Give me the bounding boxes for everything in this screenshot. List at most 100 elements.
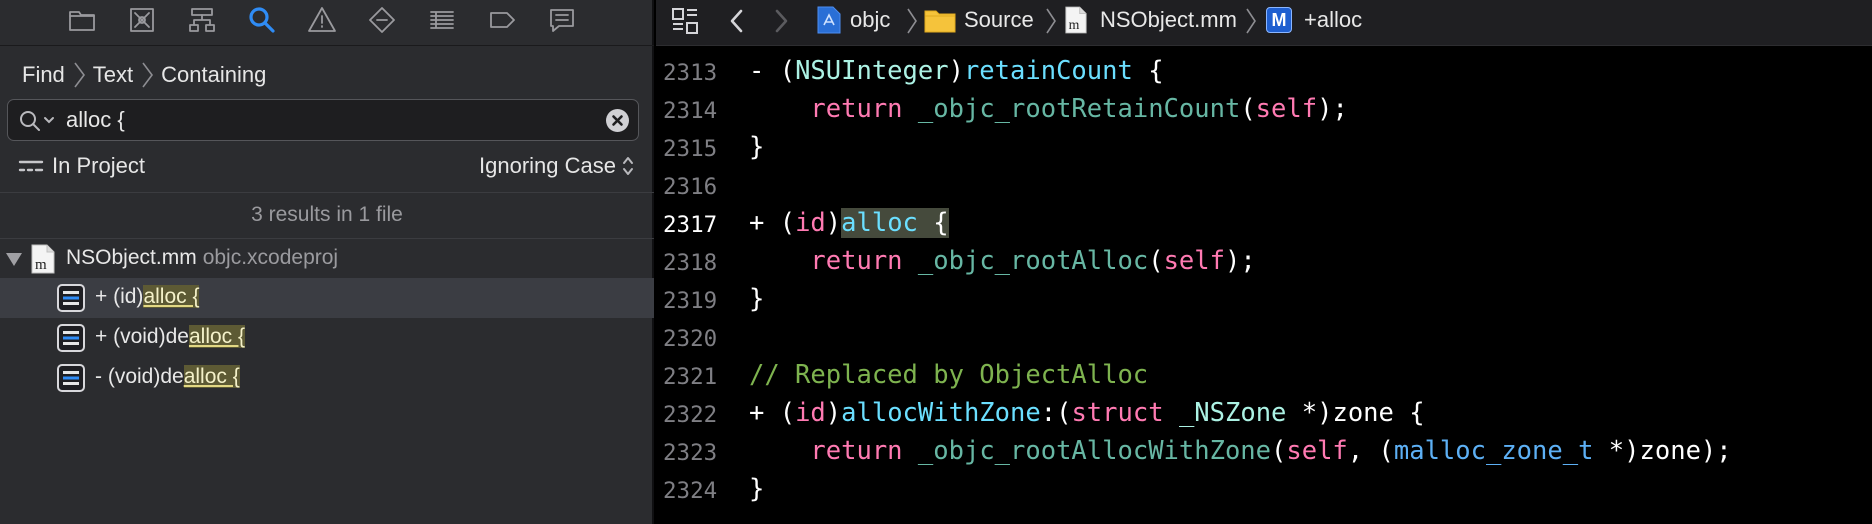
- code-result-icon: [57, 284, 85, 312]
- result-file-name: NSObject.mm: [66, 246, 197, 269]
- code-text: }: [749, 474, 765, 504]
- search-result-row[interactable]: + (id)alloc {: [0, 278, 654, 318]
- debug-list-icon[interactable]: [424, 2, 460, 38]
- search-result-row[interactable]: - (void)dealloc {: [0, 358, 654, 398]
- warning-icon[interactable]: [304, 2, 340, 38]
- find-mode-text[interactable]: Text: [93, 62, 133, 88]
- line-number: 2322: [663, 402, 718, 428]
- divider: [0, 192, 654, 193]
- jumpbar-symbol[interactable]: M +alloc: [1266, 4, 1362, 36]
- source-editor: objc Source m NSObject.mm M +alloc 2313 …: [656, 0, 1872, 524]
- case-sensitivity-label: Ignoring Case: [479, 153, 616, 178]
- line-number: 2320: [663, 326, 718, 352]
- hierarchy-icon[interactable]: [184, 2, 220, 38]
- code-line: 2323 return _objc_rootAllocWithZone(self…: [656, 434, 1872, 472]
- code-line: 2315 }: [656, 130, 1872, 168]
- svg-text:m: m: [35, 257, 47, 273]
- related-items-icon[interactable]: [670, 6, 700, 36]
- search-scope-row: In Project Ignoring Case: [0, 150, 654, 184]
- code-line: 2313 - (NSUInteger)retainCount {: [656, 54, 1872, 92]
- jumpbar-group[interactable]: Source: [924, 4, 1034, 36]
- code-result-icon: [57, 364, 85, 392]
- disclosure-triangle-icon[interactable]: [5, 250, 23, 268]
- chevron-right-icon: [1244, 6, 1258, 36]
- result-match: alloc {: [183, 365, 240, 388]
- search-input[interactable]: alloc {: [66, 107, 125, 133]
- search-options-icon[interactable]: [18, 108, 58, 134]
- code-line: 2324 }: [656, 472, 1872, 510]
- jumpbar-project[interactable]: objc: [816, 4, 890, 36]
- method-badge-icon: M: [1266, 7, 1292, 33]
- result-match: alloc {: [143, 285, 200, 308]
- objc-file-icon: m: [30, 244, 56, 274]
- search-field[interactable]: alloc {: [7, 99, 639, 141]
- find-mode-breadcrumb: Find Text Containing: [22, 60, 266, 90]
- line-number: 2316: [663, 174, 718, 200]
- code-text: return _objc_rootAlloc(self);: [810, 246, 1256, 276]
- code-result-icon: [57, 324, 85, 352]
- svg-text:m: m: [1069, 17, 1080, 32]
- search-icon[interactable]: [244, 2, 280, 38]
- chevron-right-icon: [1044, 6, 1058, 36]
- find-mode-containing[interactable]: Containing: [161, 62, 266, 88]
- source-control-icon[interactable]: [124, 2, 160, 38]
- folder-icon[interactable]: [64, 2, 100, 38]
- code-line: 2322 + (id)allocWithZone:(struct _NSZone…: [656, 396, 1872, 434]
- line-number: 2315: [663, 136, 718, 162]
- scope-icon[interactable]: [18, 158, 44, 178]
- code-comment: // Replaced by ObjectAlloc: [749, 360, 1149, 390]
- result-prefix: + (void)de: [95, 325, 189, 348]
- method-badge-letter: M: [1271, 9, 1287, 30]
- code-text: + (id)allocWithZone:(struct _NSZone *)zo…: [749, 398, 1425, 428]
- search-result-row[interactable]: + (void)dealloc {: [0, 318, 654, 358]
- code-line: 2318 return _objc_rootAlloc(self);: [656, 244, 1872, 282]
- code-line: 2319 }: [656, 282, 1872, 320]
- jump-bar: objc Source m NSObject.mm M +alloc: [656, 0, 1872, 46]
- code-text: }: [749, 284, 765, 314]
- find-mode-find[interactable]: Find: [22, 62, 65, 88]
- code-line: 2316: [656, 168, 1872, 206]
- forward-button[interactable]: [768, 6, 794, 36]
- result-project-name: objc.xcodeproj: [202, 246, 339, 269]
- report-icon[interactable]: [544, 2, 580, 38]
- back-button[interactable]: [724, 6, 750, 36]
- chevron-right-icon: [139, 61, 155, 89]
- clear-search-icon[interactable]: [606, 109, 629, 132]
- code-text: }: [749, 132, 765, 162]
- code-line: 2320: [656, 320, 1872, 358]
- jumpbar-file-label: NSObject.mm: [1100, 7, 1237, 32]
- navigator-toolbar: [0, 0, 654, 46]
- line-number: 2314: [663, 98, 718, 124]
- line-number: 2318: [663, 250, 718, 276]
- code-text: return _objc_rootRetainCount(self);: [810, 94, 1348, 124]
- result-match: alloc {: [188, 325, 246, 348]
- code-text: + (id)alloc {: [749, 208, 949, 238]
- code-text: - (NSUInteger)retainCount {: [749, 56, 1164, 86]
- objc-file-icon: m: [1065, 6, 1087, 34]
- jumpbar-group-label: Source: [964, 7, 1034, 32]
- jumpbar-file[interactable]: m NSObject.mm: [1064, 4, 1237, 36]
- test-diamond-icon[interactable]: [364, 2, 400, 38]
- case-sensitivity-select[interactable]: Ignoring Case: [479, 153, 634, 179]
- result-prefix: - (void)de: [95, 365, 184, 388]
- line-number: 2317: [663, 212, 718, 238]
- code-text: return _objc_rootAllocWithZone(self, (ma…: [810, 436, 1732, 466]
- line-number: 2321: [663, 364, 718, 390]
- divider: [0, 238, 654, 239]
- line-number: 2324: [663, 478, 718, 504]
- xcode-project-icon: [817, 6, 841, 34]
- breakpoint-icon[interactable]: [484, 2, 520, 38]
- code-line: 2321 // Replaced by ObjectAlloc: [656, 358, 1872, 396]
- code-line-current: 2317 + (id)alloc {: [656, 206, 1872, 244]
- search-scope-button[interactable]: In Project: [52, 153, 145, 179]
- folder-icon: [924, 10, 956, 33]
- line-number: 2313: [663, 60, 718, 86]
- chevron-right-icon: [71, 61, 87, 89]
- line-number: 2319: [663, 288, 718, 314]
- result-file-row[interactable]: m NSObject.mm objc.xcodeproj: [0, 242, 654, 278]
- jumpbar-symbol-label: +alloc: [1304, 7, 1363, 32]
- chevron-right-icon: [905, 6, 919, 36]
- find-navigator-panel: Find Text Containing alloc { In Project …: [0, 0, 654, 524]
- result-prefix: + (id): [95, 285, 144, 308]
- jumpbar-project-label: objc: [850, 7, 891, 32]
